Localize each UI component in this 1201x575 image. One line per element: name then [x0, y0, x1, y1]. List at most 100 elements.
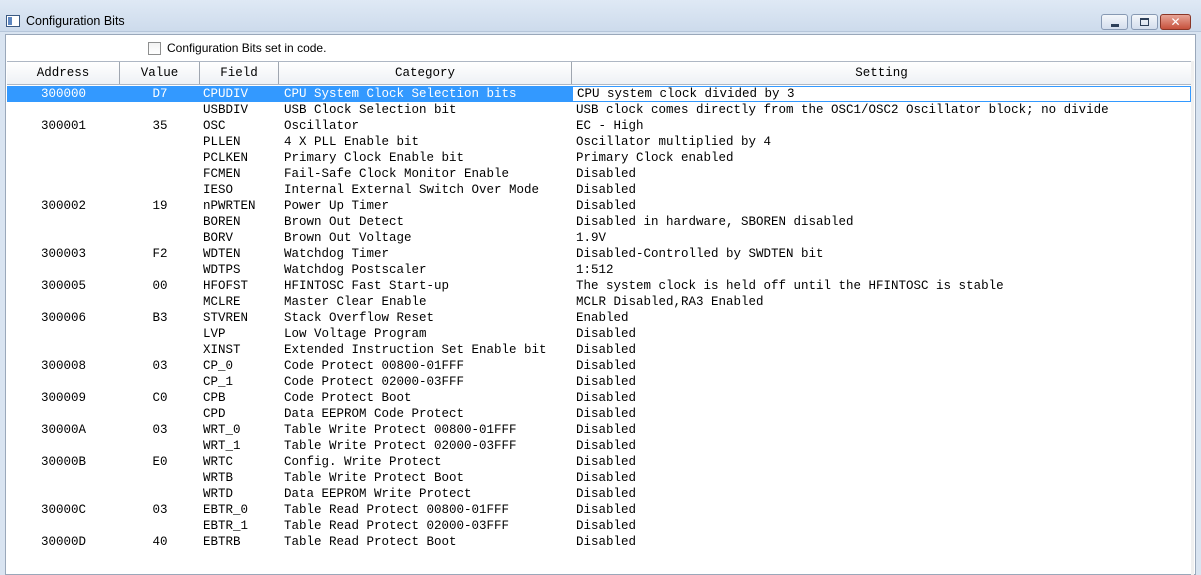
setting-cell[interactable]: Disabled [572, 406, 1191, 422]
value-cell [120, 102, 200, 118]
field-cell: CPUDIV [203, 87, 249, 101]
vertical-scrollbar[interactable] [1191, 61, 1194, 575]
address-cell [7, 438, 120, 454]
maximize-icon [1140, 18, 1149, 26]
field-cell: CP_1 [203, 375, 234, 389]
setting-cell[interactable]: Disabled in hardware, SBOREN disabled [572, 214, 1191, 230]
window-title: Configuration Bits [26, 14, 125, 28]
column-header-category[interactable]: Category [279, 62, 572, 84]
value-cell [120, 230, 200, 246]
setting-cell[interactable]: CPU system clock divided by 3 [572, 86, 1191, 102]
table-row[interactable]: MCLRE Master Clear Enable MCLR Disabled,RA… [7, 294, 1191, 310]
minimize-button[interactable] [1101, 14, 1128, 30]
maximize-button[interactable] [1131, 14, 1158, 30]
address-cell: 300001 [40, 119, 86, 133]
config-bits-in-code-option[interactable]: Configuration Bits set in code. [148, 41, 326, 55]
setting-cell[interactable]: Disabled [572, 358, 1191, 374]
category-cell: Brown Out Voltage [284, 231, 412, 245]
table-row[interactable]: BOREN Brown Out Detect Disabled in hardwar… [7, 214, 1191, 230]
table-row[interactable]: LVP Low Voltage Program Disabled [7, 326, 1191, 342]
setting-cell[interactable]: Disabled [572, 390, 1191, 406]
setting-cell[interactable]: The system clock is held off until the H… [572, 278, 1191, 294]
value-cell [120, 470, 200, 486]
value-cell [120, 150, 200, 166]
setting-cell[interactable]: Disabled [572, 198, 1191, 214]
table-row[interactable]: 300009 C0 CPB Code Protect Boot Disabled [7, 390, 1191, 406]
setting-cell[interactable]: Disabled [572, 166, 1191, 182]
setting-cell[interactable]: Oscillator multiplied by 4 [572, 134, 1191, 150]
table-row[interactable]: PLLEN 4 X PLL Enable bit Oscillator multip… [7, 134, 1191, 150]
table-row[interactable]: 30000A 03 WRT_0 Table Write Protect 00800-0… [7, 422, 1191, 438]
setting-cell[interactable]: Disabled [572, 326, 1191, 342]
table-row[interactable]: 30000D 40 EBTRB Table Read Protect Boot Disa… [7, 534, 1191, 550]
column-header-setting[interactable]: Setting [572, 62, 1191, 84]
value-cell: F2 [152, 247, 168, 261]
config-bits-table[interactable]: Address Value Field Category Setting 300… [7, 61, 1194, 575]
category-cell: Code Protect Boot [284, 391, 412, 405]
address-cell [7, 326, 120, 342]
table-row[interactable]: 300005 00 HFOFST HFINTOSC Fast Start-up The … [7, 278, 1191, 294]
table-row[interactable]: 30000B E0 WRTC Config. Write Protect Disable… [7, 454, 1191, 470]
setting-cell[interactable]: USB clock comes directly from the OSC1/O… [572, 102, 1191, 118]
setting-cell[interactable]: Disabled [572, 182, 1191, 198]
table-row[interactable]: FCMEN Fail-Safe Clock Monitor Enable Disab… [7, 166, 1191, 182]
address-cell: 30000A [40, 423, 86, 437]
setting-cell[interactable]: Enabled [572, 310, 1191, 326]
setting-cell[interactable]: 1:512 [572, 262, 1191, 278]
field-cell: EBTR_1 [203, 519, 249, 533]
setting-cell[interactable]: Disabled [572, 502, 1191, 518]
setting-cell[interactable]: 1.9V [572, 230, 1191, 246]
column-header-value[interactable]: Value [120, 62, 200, 84]
table-row[interactable]: 300006 B3 STVREN Stack Overflow Reset Enable… [7, 310, 1191, 326]
close-button[interactable]: ✕ [1160, 14, 1191, 30]
table-row[interactable]: XINST Extended Instruction Set Enable bit… [7, 342, 1191, 358]
setting-cell[interactable]: Primary Clock enabled [572, 150, 1191, 166]
table-row[interactable]: 300002 19 nPWRTEN Power Up Timer Disabled [7, 198, 1191, 214]
category-cell: Code Protect 02000-03FFF [284, 375, 465, 389]
value-cell: 03 [152, 503, 168, 517]
table-row[interactable]: CP_1 Code Protect 02000-03FFF Disabled [7, 374, 1191, 390]
table-row[interactable]: PCLKEN Primary Clock Enable bit Primary Cl… [7, 150, 1191, 166]
title-bar[interactable]: Configuration Bits ✕ [0, 0, 1201, 32]
setting-cell[interactable]: Disabled [572, 438, 1191, 454]
setting-cell[interactable]: Disabled-Controlled by SWDTEN bit [572, 246, 1191, 262]
table-row[interactable]: WDTPS Watchdog Postscaler 1:512 [7, 262, 1191, 278]
table-row[interactable]: WRTD Data EEPROM Write Protect Disabled [7, 486, 1191, 502]
setting-cell[interactable]: Disabled [572, 454, 1191, 470]
category-cell: Power Up Timer [284, 199, 390, 213]
setting-cell[interactable]: EC - High [572, 118, 1191, 134]
value-cell [120, 486, 200, 502]
address-cell [7, 470, 120, 486]
table-row[interactable]: CPD Data EEPROM Code Protect Disabled [7, 406, 1191, 422]
value-cell: 19 [152, 199, 168, 213]
setting-cell[interactable]: Disabled [572, 422, 1191, 438]
category-cell: Table Write Protect 02000-03FFF [284, 439, 517, 453]
setting-cell[interactable]: Disabled [572, 342, 1191, 358]
setting-cell[interactable]: MCLR Disabled,RA3 Enabled [572, 294, 1191, 310]
value-cell: 03 [152, 423, 168, 437]
table-row[interactable]: 300008 03 CP_0 Code Protect 00800-01FFF Disa… [7, 358, 1191, 374]
setting-cell[interactable]: Disabled [572, 374, 1191, 390]
table-row[interactable]: 300001 35 OSC Oscillator EC - High [7, 118, 1191, 134]
setting-cell[interactable]: Disabled [572, 518, 1191, 534]
setting-cell[interactable]: Disabled [572, 470, 1191, 486]
table-row[interactable]: BORV Brown Out Voltage 1.9V [7, 230, 1191, 246]
table-row[interactable]: 30000C 03 EBTR_0 Table Read Protect 00800-0… [7, 502, 1191, 518]
column-header-field[interactable]: Field [200, 62, 279, 84]
config-bits-in-code-checkbox[interactable] [148, 41, 161, 55]
field-cell: FCMEN [203, 167, 241, 181]
value-cell: 00 [152, 279, 168, 293]
setting-cell[interactable]: Disabled [572, 534, 1191, 550]
table-row[interactable]: WRTB Table Write Protect Boot Disabled [7, 470, 1191, 486]
table-row[interactable]: WRT_1 Table Write Protect 02000-03FFF Disa… [7, 438, 1191, 454]
table-row[interactable]: USBDIV USB Clock Selection bit USB clock c… [7, 102, 1191, 118]
table-row[interactable]: 300000 D7 CPUDIV CPU System Clock Selection… [7, 86, 1191, 102]
value-cell [120, 262, 200, 278]
category-cell: Table Write Protect 00800-01FFF [284, 423, 517, 437]
table-row[interactable]: IESO Internal External Switch Over Mode Di… [7, 182, 1191, 198]
category-cell: Config. Write Protect [284, 455, 442, 469]
table-row[interactable]: EBTR_1 Table Read Protect 02000-03FFF Disa… [7, 518, 1191, 534]
setting-cell[interactable]: Disabled [572, 486, 1191, 502]
table-row[interactable]: 300003 F2 WDTEN Watchdog Timer Disabled-Cont… [7, 246, 1191, 262]
column-header-address[interactable]: Address [7, 62, 120, 84]
